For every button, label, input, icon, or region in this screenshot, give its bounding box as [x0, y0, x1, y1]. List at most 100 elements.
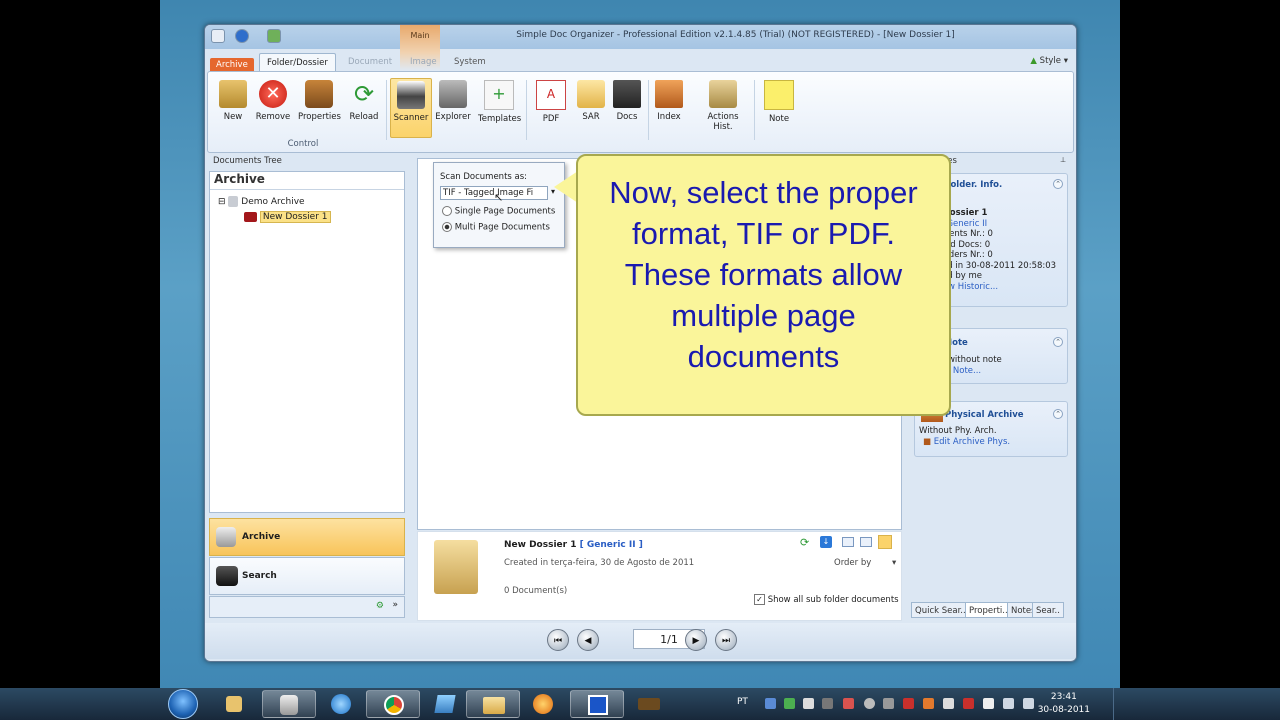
flag-icon[interactable]	[983, 698, 994, 709]
show-desktop-button[interactable]	[1113, 688, 1120, 720]
new-button[interactable]: New	[212, 78, 254, 138]
tray-icon[interactable]	[803, 698, 814, 709]
reload-icon: ⟳	[353, 80, 375, 108]
volume-icon[interactable]	[1023, 698, 1034, 709]
folder-info-title: Folder. Info.	[945, 180, 1003, 190]
last-page-icon[interactable]: ⏭	[715, 629, 737, 651]
taskbar-explorer[interactable]	[466, 690, 520, 718]
ie-icon	[331, 694, 351, 714]
remove-icon: ✕	[259, 80, 287, 108]
sar-icon	[577, 80, 605, 108]
checkbox-checked-icon[interactable]: ✓	[754, 594, 765, 605]
properties-button[interactable]: Properties	[298, 78, 341, 138]
binoculars-icon	[216, 566, 238, 586]
tray-icon[interactable]	[784, 698, 795, 709]
collapse-icon[interactable]: ⊟	[218, 197, 226, 207]
radio-single-page[interactable]: Single Page Documents	[442, 206, 555, 217]
network-icon[interactable]	[1003, 698, 1014, 709]
next-page-icon[interactable]: ▶	[685, 629, 707, 651]
taskbar-app-4[interactable]	[418, 690, 472, 718]
tray-icon[interactable]	[765, 698, 776, 709]
edit-archive-link[interactable]: ■ Edit Archive Phys.	[919, 437, 1010, 448]
clock[interactable]: 23:41 30-08-2011	[1038, 691, 1090, 717]
tab-folder-dossier[interactable]: Folder/Dossier	[259, 53, 336, 71]
tree-node-demo-archive[interactable]: ⊟ Demo Archive	[218, 195, 305, 209]
tab-properties[interactable]: Properti..	[965, 602, 1012, 618]
remove-button[interactable]: ✕ Remove	[252, 78, 294, 138]
callout-text: Now, select the proper format, TIF or PD…	[609, 175, 918, 374]
collapse-icon[interactable]: ⌃	[1053, 409, 1063, 419]
tray-icon[interactable]	[903, 698, 914, 709]
first-page-icon[interactable]: ⏮	[547, 629, 569, 651]
radio-multi-page[interactable]: Multi Page Documents	[442, 222, 550, 233]
taskbar-sdo-app[interactable]	[262, 690, 316, 718]
show-subfolder-label: Show all sub folder documents	[767, 595, 899, 605]
info-icon[interactable]	[235, 29, 249, 43]
previous-page-icon[interactable]: ◀	[577, 629, 599, 651]
taskbar-lock-app[interactable]	[208, 690, 262, 718]
nav-archive-label: Archive	[242, 532, 281, 542]
explorer-button[interactable]: Explorer	[432, 78, 474, 138]
tab-search[interactable]: Sear..	[1032, 602, 1064, 618]
taskbar-app-8[interactable]	[622, 690, 676, 718]
docs-label: Docs	[616, 112, 638, 122]
index-button[interactable]: Index	[648, 78, 690, 138]
tab-archive[interactable]: Archive	[210, 58, 254, 72]
taskbar-chrome[interactable]	[366, 690, 420, 718]
taskbar-recorder[interactable]	[570, 690, 624, 718]
app-window: Simple Doc Organizer - Professional Edit…	[204, 24, 1077, 662]
new-folder-icon	[219, 80, 247, 108]
view-details-icon[interactable]	[842, 537, 854, 547]
nav-archive[interactable]: Archive	[209, 518, 405, 556]
tab-document[interactable]: Document	[341, 53, 399, 71]
single-page-label: Single Page Documents	[454, 206, 556, 217]
tray-icon[interactable]	[883, 698, 894, 709]
tab-image[interactable]: Image	[403, 53, 444, 71]
dossier-created: Created in terça-feira, 30 de Agosto de …	[504, 558, 695, 568]
tray-icon[interactable]	[963, 698, 974, 709]
tab-quick-search[interactable]: Quick Sear..	[911, 602, 970, 618]
pdf-button[interactable]: A PDF	[530, 78, 572, 138]
show-subfolder-checkbox[interactable]: ✓ Show all sub folder documents	[754, 594, 899, 605]
download-icon[interactable]: ↓	[820, 536, 832, 548]
tray-icon[interactable]	[843, 698, 854, 709]
view-thumbnails-icon[interactable]	[878, 535, 892, 549]
docs-button[interactable]: Docs	[606, 78, 648, 138]
explorer-label: Explorer	[435, 112, 471, 122]
collapse-icon[interactable]: ⌃	[1053, 337, 1063, 347]
start-button[interactable]	[168, 689, 198, 719]
scanner-button[interactable]: Scanner	[390, 78, 432, 138]
tree-node-new-dossier[interactable]: New Dossier 1	[244, 210, 331, 224]
tutorial-callout: Now, select the proper format, TIF or PD…	[576, 154, 951, 416]
style-menu[interactable]: ▲ Style ▾	[1030, 56, 1068, 66]
image-icon[interactable]	[267, 29, 281, 43]
app-menu-icon[interactable]	[211, 29, 225, 43]
tray-icon[interactable]	[943, 698, 954, 709]
actions-hist-button[interactable]: Actions Hist.	[698, 78, 748, 138]
pin-icon[interactable]: ⊥	[1060, 156, 1066, 164]
view-list-icon[interactable]	[860, 537, 872, 547]
tray-icon[interactable]	[923, 698, 934, 709]
reload-button[interactable]: ⟳ Reload	[343, 78, 385, 138]
pager: ⏮ ◀ 1/1 ▶ ⏭	[205, 623, 1076, 659]
order-by-select[interactable]: Order by ▾	[834, 558, 896, 568]
note-button[interactable]: Note	[758, 78, 800, 138]
config-icon[interactable]: ⚙	[376, 601, 384, 611]
dossier-mask[interactable]: [ Generic II ]	[580, 540, 643, 550]
language-indicator[interactable]: PT	[737, 697, 748, 707]
app-icon	[638, 698, 660, 710]
tray-icon[interactable]	[822, 698, 833, 709]
templates-icon: +	[484, 80, 514, 110]
templates-label: Templates	[478, 114, 522, 124]
tray-icon[interactable]	[864, 698, 875, 709]
templates-button[interactable]: + Templates	[478, 78, 522, 138]
collapse-icon[interactable]: ⌃	[1053, 179, 1063, 189]
tab-system[interactable]: System	[447, 53, 493, 71]
nav-footer: ⚙ »	[209, 596, 405, 618]
desktop: Simple Doc Organizer - Professional Edit…	[160, 0, 1120, 720]
taskbar-media[interactable]	[516, 690, 570, 718]
refresh-icon[interactable]: ⟳	[800, 536, 809, 549]
taskbar-ie[interactable]	[314, 690, 368, 718]
nav-search[interactable]: Search	[209, 557, 405, 595]
expand-chevron-icon[interactable]: »	[392, 600, 398, 610]
